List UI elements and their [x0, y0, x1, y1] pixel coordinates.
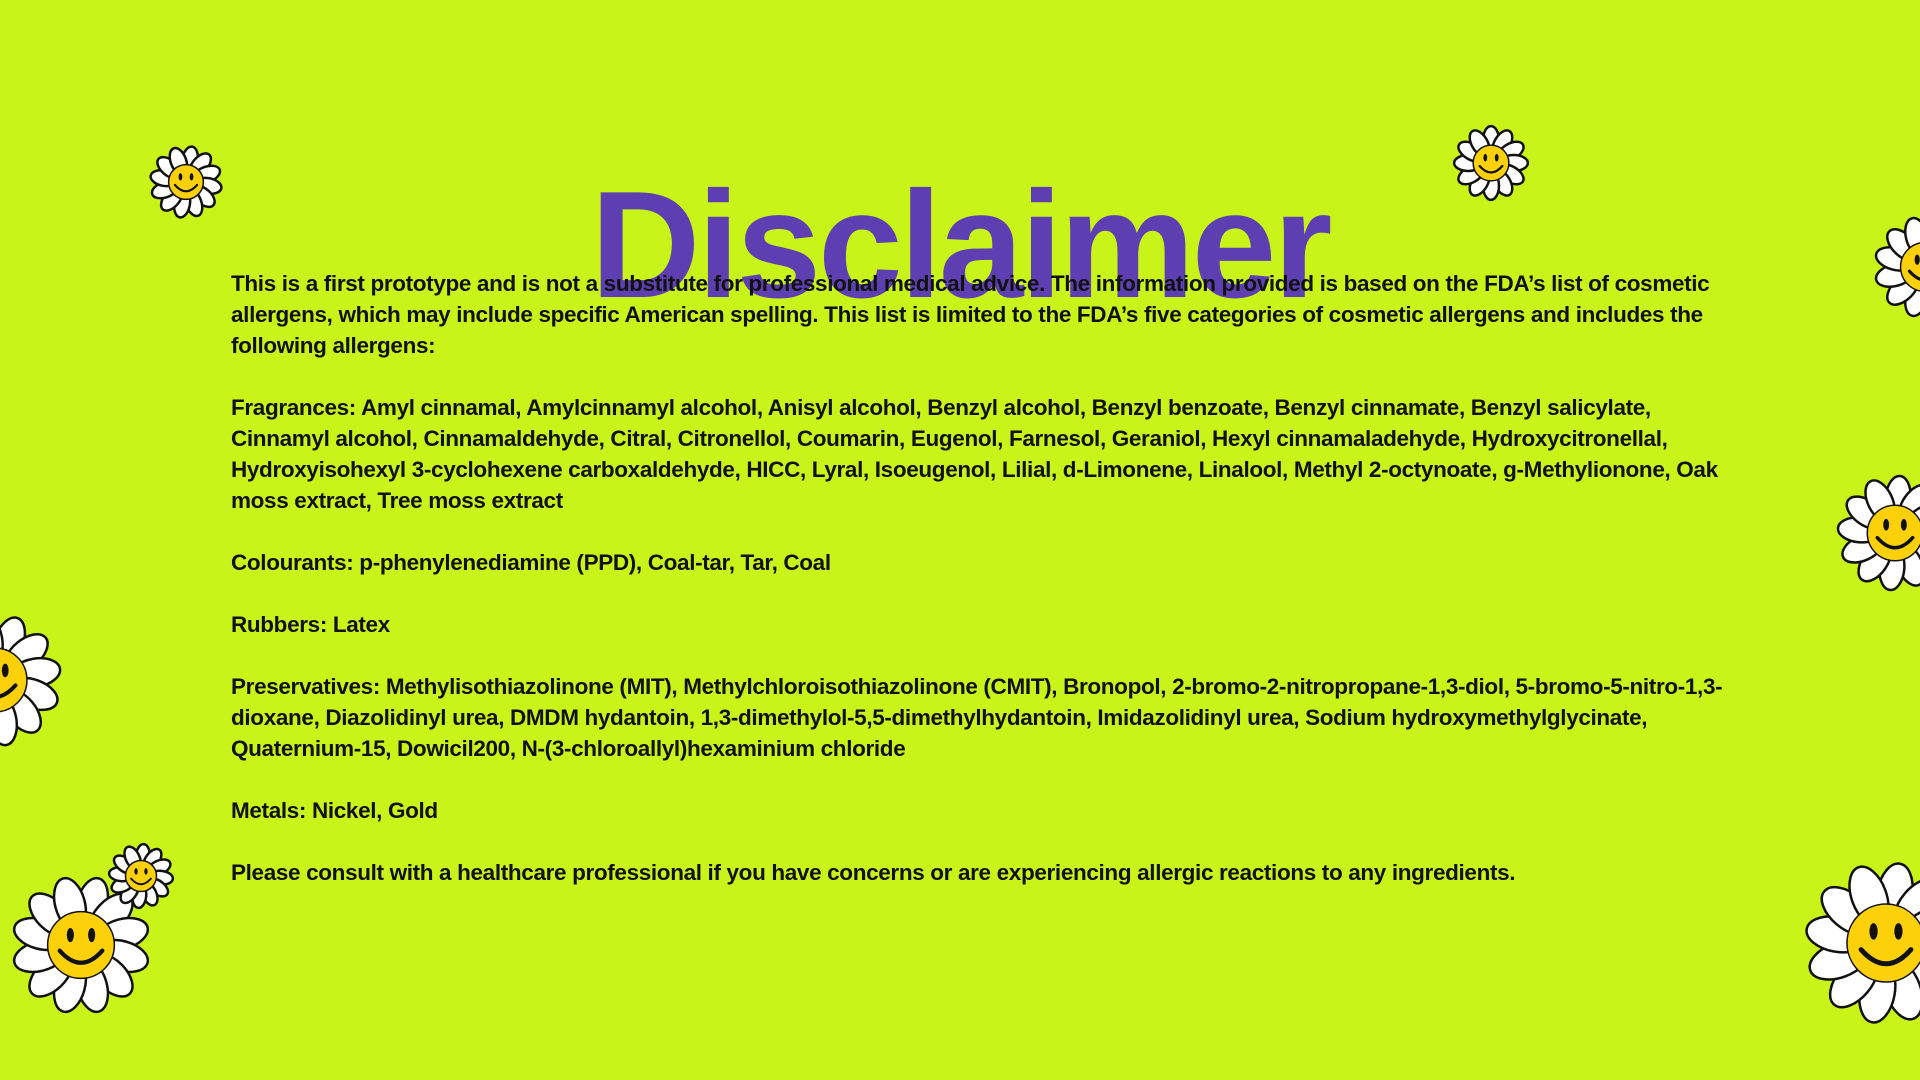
rubbers-paragraph: Rubbers: Latex — [231, 612, 390, 637]
smiley-daisy-icon — [107, 842, 175, 910]
smiley-face — [1846, 903, 1920, 983]
smiley-face — [46, 910, 116, 980]
disclaimer-slide: Disclaimer This is a first prototype and… — [0, 0, 1920, 1080]
left-eye — [134, 868, 138, 875]
left-eye — [1883, 518, 1890, 531]
smiley-face — [124, 859, 158, 893]
smiley-daisy-icon — [1836, 474, 1920, 592]
disclaimer-body: This is a first prototype and is not a s… — [231, 268, 1751, 919]
right-eye — [1894, 923, 1903, 940]
right-eye — [88, 927, 96, 943]
smiley-daisy-icon — [1805, 862, 1920, 1024]
intro-paragraph: This is a first prototype and is not a s… — [231, 271, 1710, 358]
smiley-daisy-icon — [0, 613, 62, 747]
left-eye — [66, 927, 74, 943]
right-eye — [1900, 518, 1907, 531]
left-eye — [1869, 923, 1878, 940]
colourants-paragraph: Colourants: p-phenylenediamine (PPD), Co… — [231, 550, 831, 575]
metals-paragraph: Metals: Nickel, Gold — [231, 798, 438, 823]
right-eye — [1, 663, 9, 678]
right-eye — [144, 868, 148, 875]
fragrances-paragraph: Fragrances: Amyl cinnamal, Amylcinnamyl … — [231, 395, 1718, 513]
consult-paragraph: Please consult with a healthcare profess… — [231, 860, 1516, 885]
smiley-face — [1866, 504, 1920, 562]
preservatives-paragraph: Preservatives: Methylisothiazolinone (MI… — [231, 674, 1723, 761]
